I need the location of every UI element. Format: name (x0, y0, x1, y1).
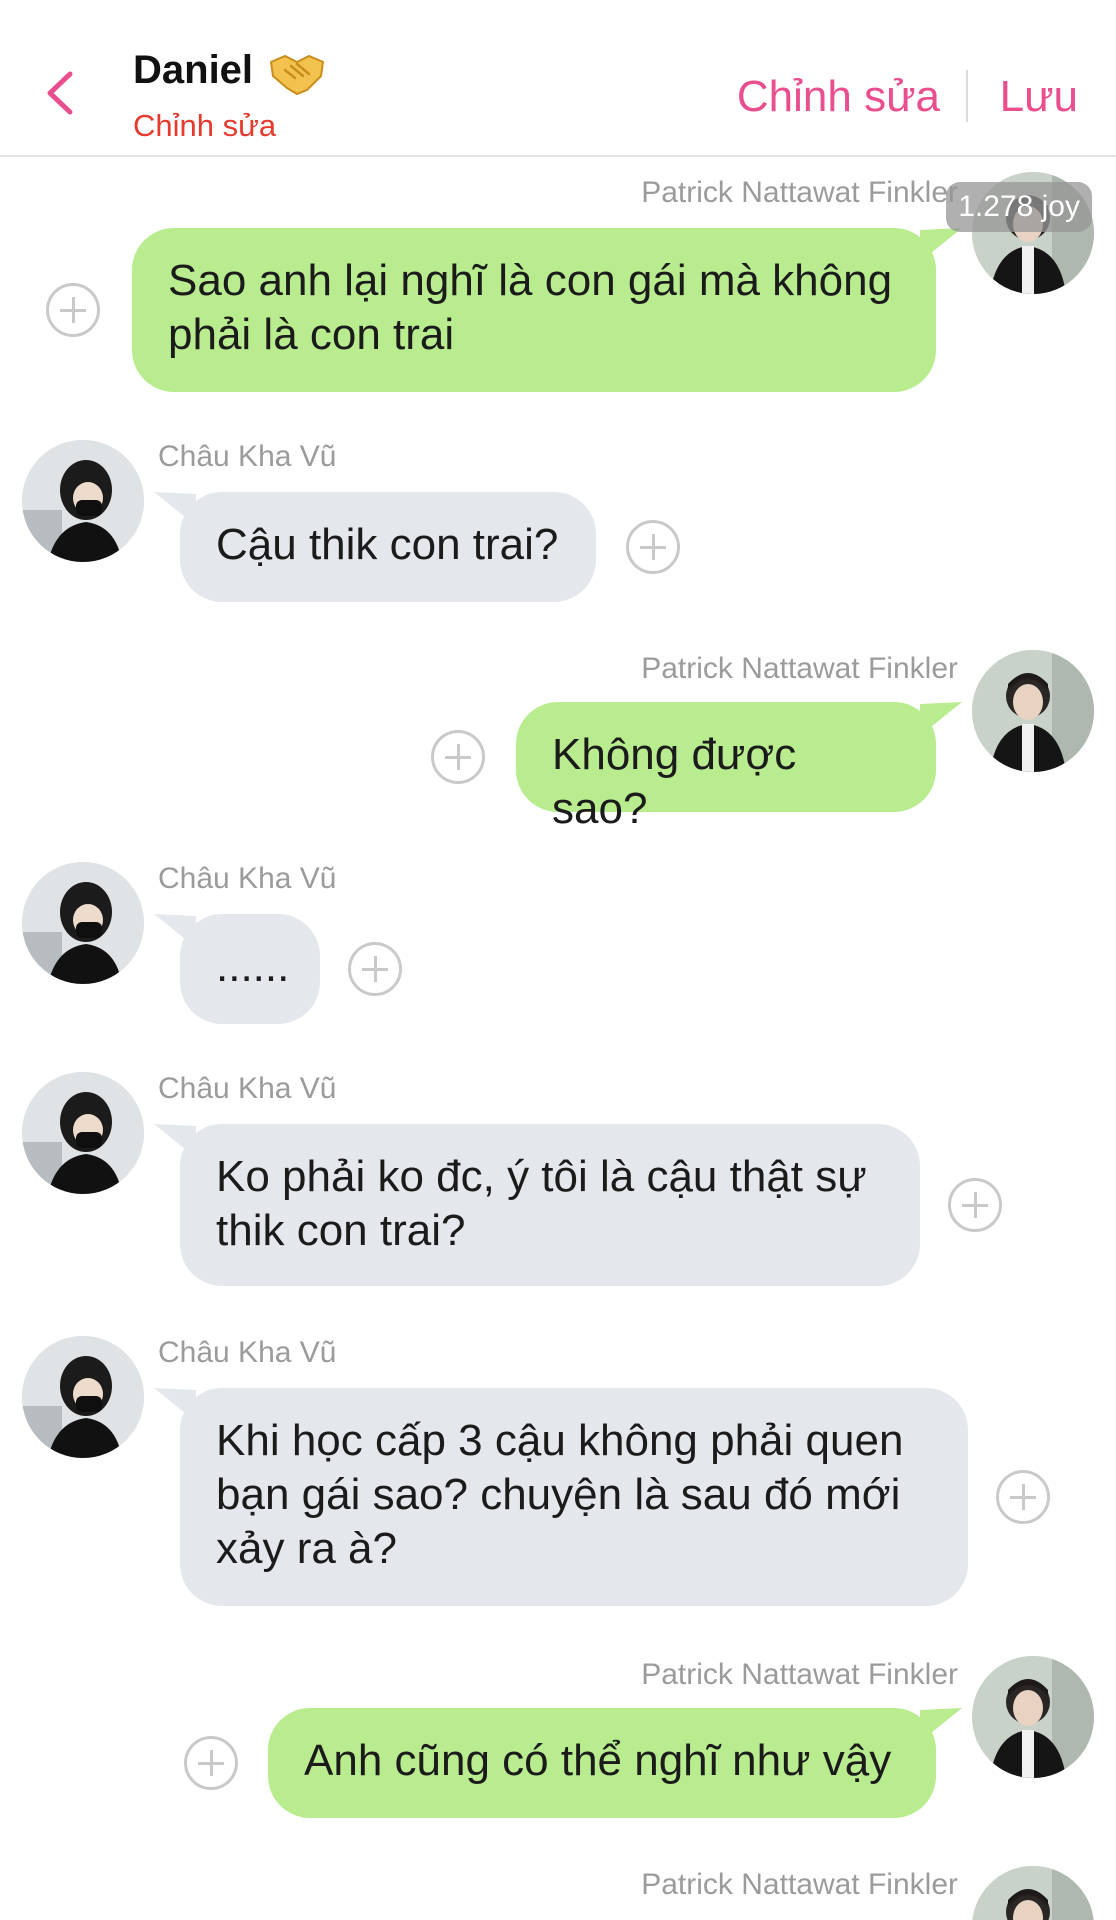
avatar[interactable] (22, 1336, 144, 1458)
top-bar: Daniel Chỉnh sửa Chỉnh sửa Lưu (0, 0, 1116, 157)
add-reaction-button[interactable] (431, 730, 485, 784)
handshake-icon (267, 48, 327, 98)
message-text-line: Cậu thik con trai? (216, 520, 559, 569)
avatar[interactable] (972, 1866, 1094, 1920)
message-text-line: ...... (216, 942, 290, 991)
sender-name: Châu Kha Vũ (158, 1336, 337, 1369)
chat-subtitle: Chỉnh sửa (133, 108, 277, 143)
message-text-line: Anh cũng có thể nghĩ như vậy (304, 1736, 892, 1785)
add-reaction-button[interactable] (626, 520, 680, 574)
add-reaction-button[interactable] (46, 283, 100, 337)
message-bubble[interactable]: Ko phải ko đc, ý tôi là cậu thật sự thik… (180, 1124, 920, 1286)
sender-name: Patrick Nattawat Finkler (641, 1658, 958, 1691)
add-reaction-button[interactable] (348, 942, 402, 996)
chat-screen: Daniel Chỉnh sửa Chỉnh sửa Lưu Patrick N… (0, 0, 1116, 1920)
message-bubble[interactable]: Cậu thik con trai? (180, 492, 596, 602)
add-reaction-button[interactable] (948, 1178, 1002, 1232)
message-bubble[interactable]: Không được sao? (516, 702, 936, 833)
edit-button[interactable]: Chỉnh sửa (737, 72, 940, 122)
message-text-line: Khi học cấp 3 cậu không phải quen (216, 1416, 904, 1465)
avatar[interactable] (972, 1656, 1094, 1778)
message-incoming: Châu Kha Vũ Cậu thik con trai? (0, 440, 1116, 610)
chevron-left-icon (47, 71, 73, 115)
message-bubble[interactable]: Khi học cấp 3 cậu không phải quen bạn gá… (180, 1388, 968, 1606)
message-text-line: bạn gái sao? chuyện là sau đó mới (216, 1470, 901, 1519)
message-bubble[interactable]: ...... (180, 914, 320, 1024)
sender-name: Patrick Nattawat Finkler (641, 176, 958, 209)
add-reaction-button[interactable] (996, 1470, 1050, 1524)
message-text-line: Không được sao? (552, 730, 797, 833)
message-bubble[interactable]: Sao anh lại nghĩ là con gái mà không phả… (132, 228, 936, 392)
avatar[interactable] (972, 650, 1094, 772)
message-outgoing: Patrick Nattawat Finkler Anh cũng có thể… (0, 1656, 1116, 1826)
add-reaction-button[interactable] (184, 1736, 238, 1790)
avatar[interactable] (22, 1072, 144, 1194)
chat-title: Daniel (133, 48, 254, 92)
message-incoming: Châu Kha Vũ Khi học cấp 3 cậu không phải… (0, 1336, 1116, 1616)
sender-name: Patrick Nattawat Finkler (641, 1868, 958, 1901)
message-text-line: xảy ra à? (216, 1524, 397, 1573)
message-outgoing: Patrick Nattawat Finkler (0, 1866, 1116, 1920)
message-outgoing: Patrick Nattawat Finkler Không được sao? (0, 650, 1116, 833)
avatar[interactable] (22, 440, 144, 562)
sender-name: Châu Kha Vũ (158, 1072, 337, 1105)
header-divider (966, 70, 968, 122)
sender-name: Châu Kha Vũ (158, 862, 337, 895)
message-text-line: Ko phải ko đc, ý tôi là cậu thật sự (216, 1152, 867, 1201)
message-text-line: Sao anh lại nghĩ là con gái mà không (168, 256, 893, 305)
save-button[interactable]: Lưu (1000, 72, 1078, 122)
avatar[interactable] (22, 862, 144, 984)
sender-name: Patrick Nattawat Finkler (641, 652, 958, 685)
sender-name: Châu Kha Vũ (158, 440, 337, 473)
message-incoming: Châu Kha Vũ Ko phải ko đc, ý tôi là cậu … (0, 1072, 1116, 1292)
joy-count-badge: 1.278 joy (946, 182, 1092, 232)
message-incoming: Châu Kha Vũ ...... (0, 862, 1116, 1032)
message-text-line: phải là con trai (168, 310, 455, 359)
back-button[interactable] (40, 68, 80, 118)
message-bubble[interactable]: Anh cũng có thể nghĩ như vậy (268, 1708, 936, 1818)
message-text-line: thik con trai? (216, 1206, 466, 1255)
